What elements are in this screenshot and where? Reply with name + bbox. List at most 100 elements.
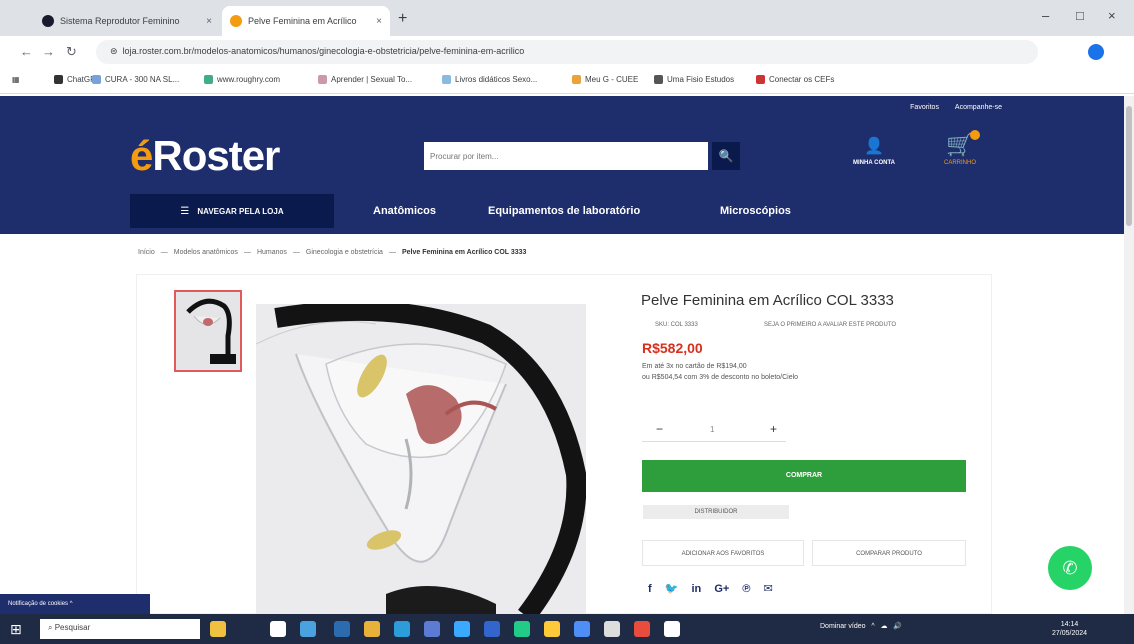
app-icon[interactable] xyxy=(634,621,650,637)
cart-badge xyxy=(970,130,980,140)
buy-button[interactable]: COMPRAR xyxy=(642,460,966,492)
cart-button[interactable]: 🛒 CARRINHO xyxy=(930,130,990,166)
review-link[interactable]: SEJA O PRIMEIRO A AVALIAR ESTE PRODUTO xyxy=(764,322,896,328)
weather-icon[interactable] xyxy=(210,621,226,637)
breadcrumb-item[interactable]: Início xyxy=(138,249,155,256)
back-icon[interactable]: ← xyxy=(20,44,33,59)
forward-icon[interactable]: → xyxy=(42,44,55,59)
twitter-icon[interactable]: 🐦 xyxy=(665,583,679,595)
roster-logo[interactable]: éRoster xyxy=(130,132,280,180)
hamburger-icon: ☰ xyxy=(180,205,190,217)
compare-product-button[interactable]: COMPARAR PRODUTO xyxy=(812,540,966,566)
taskbar-search[interactable]: ⌕ Pesquisar xyxy=(40,619,200,639)
app-icon[interactable] xyxy=(664,621,680,637)
app-icon[interactable] xyxy=(604,621,620,637)
bookmark-item[interactable]: Livros didáticos Sexo... xyxy=(442,75,537,84)
breadcrumb-item[interactable]: Humanos xyxy=(257,249,287,256)
breadcrumb-item[interactable]: Modelos anatômicos xyxy=(174,249,238,256)
bookmark-item[interactable]: Aprender | Sexual To... xyxy=(318,75,412,84)
tab-close-icon[interactable]: × xyxy=(206,16,212,27)
bookmark-item[interactable]: Conectar os CEFs xyxy=(756,75,834,84)
nav-link-anatomicos[interactable]: Anatômicos xyxy=(373,205,436,217)
plus-icon[interactable]: + xyxy=(770,422,777,436)
reload-icon[interactable]: ↻ xyxy=(66,44,77,60)
breadcrumb-item[interactable]: Ginecologia e obstetrícia xyxy=(306,249,383,256)
windows-start-icon[interactable]: ⊞ xyxy=(10,621,22,638)
breadcrumb: Início — Modelos anatômicos — Humanos — Gineco… xyxy=(138,249,527,256)
whatsapp-icon: ✆ xyxy=(1062,558,1078,578)
installments-info: Em até 3x no cartão de R$194,00 ou R$504… xyxy=(642,361,798,383)
facebook-icon[interactable]: f xyxy=(648,583,652,595)
cookie-notice-bar[interactable]: Notificação de cookies ^ xyxy=(0,594,150,614)
nav-link-microscopios[interactable]: Microscópios xyxy=(720,205,791,217)
apps-grid-icon[interactable]: ▦ xyxy=(12,75,20,84)
system-tray[interactable]: Dominar vídeo ^ ☁ 🔊 xyxy=(820,622,902,630)
email-icon[interactable]: ✉ xyxy=(764,583,773,595)
add-to-favorites-button[interactable]: ADICIONAR AOS FAVORITOS xyxy=(642,540,804,566)
mail-icon[interactable] xyxy=(424,621,440,637)
top-links: Favoritos Acompanhe-se xyxy=(896,104,1002,111)
cart-icon: 🛒 xyxy=(946,132,974,157)
product-main-image[interactable] xyxy=(256,304,586,616)
close-window-icon[interactable]: × xyxy=(1108,8,1116,23)
login-link[interactable]: Acompanhe-se xyxy=(955,104,1002,111)
browser-tab-strip: Sistema Reprodutor Feminino × Pelve Femi… xyxy=(0,0,1134,36)
new-tab-button[interactable]: + xyxy=(398,10,407,28)
bookmarks-bar: ▦ ChatGPT CURA - 300 NA SL... www.roughr… xyxy=(0,68,1134,94)
address-bar[interactable]: ⊜ loja.roster.com.br/modelos-anatomicos/… xyxy=(96,40,1038,64)
breadcrumb-current: Pelve Feminina em Acrílico COL 3333 xyxy=(401,249,527,256)
search-input[interactable] xyxy=(424,142,708,170)
browser-tab-2-active[interactable]: Pelve Feminina em Acrílico × xyxy=(222,6,390,36)
google-plus-icon[interactable]: G+ xyxy=(714,583,729,595)
nav-link-equipamentos[interactable]: Equipamentos de laboratório xyxy=(488,205,640,217)
site-info-icon[interactable]: ⊜ xyxy=(110,46,118,56)
minimize-icon[interactable]: – xyxy=(1042,8,1049,23)
windows-taskbar: ⊞ ⌕ Pesquisar Dominar vídeo ^ ☁ 🔊 14:14 … xyxy=(0,614,1134,644)
page-scrollbar[interactable] xyxy=(1124,96,1134,614)
linkedin-icon[interactable]: in xyxy=(692,583,702,595)
sold-by-badge: DISTRIBUIDOR xyxy=(643,505,789,519)
search-icon: 🔍 xyxy=(718,149,734,163)
widgets-icon[interactable] xyxy=(300,621,316,637)
browse-store-label: NAVEGAR PELA LOJA xyxy=(197,206,284,216)
account-label: MINHA CONTA xyxy=(853,160,895,166)
minus-icon[interactable]: − xyxy=(656,422,663,436)
bookmark-item[interactable]: www.roughry.com xyxy=(204,75,280,84)
scrollbar-thumb[interactable] xyxy=(1126,106,1132,226)
tab-favicon-icon xyxy=(230,15,242,27)
tab-2-label: Pelve Feminina em Acrílico xyxy=(248,16,357,26)
browser-tab-1[interactable]: Sistema Reprodutor Feminino × xyxy=(34,6,220,36)
tab-close-icon[interactable]: × xyxy=(376,16,382,27)
quantity-stepper[interactable]: − 1 + xyxy=(642,422,786,442)
tab-favicon-icon xyxy=(42,15,54,27)
app-icon[interactable] xyxy=(454,621,470,637)
file-explorer-icon[interactable] xyxy=(364,621,380,637)
app-icon[interactable] xyxy=(574,621,590,637)
search-icon: ⌕ xyxy=(48,623,55,632)
excel-icon[interactable] xyxy=(514,621,530,637)
browser-toolbar: ← → ↻ ⊜ loja.roster.com.br/modelos-anato… xyxy=(0,36,1134,68)
my-account-button[interactable]: 👤 MINHA CONTA xyxy=(852,136,896,166)
maximize-icon[interactable]: □ xyxy=(1076,8,1084,23)
quantity-value[interactable]: 1 xyxy=(710,425,714,434)
url-text: loja.roster.com.br/modelos-anatomicos/hu… xyxy=(122,46,525,56)
product-thumbnail[interactable] xyxy=(174,290,242,372)
user-icon: 👤 xyxy=(864,138,884,155)
bookmark-item[interactable]: CURA - 300 NA SL... xyxy=(92,75,179,84)
tray-text: Dominar vídeo xyxy=(820,623,866,630)
store-icon[interactable] xyxy=(394,621,410,637)
bookmark-item[interactable]: Meu G - CUEE xyxy=(572,75,638,84)
task-view-icon[interactable] xyxy=(270,621,286,637)
edge-icon[interactable] xyxy=(334,621,350,637)
pinterest-icon[interactable]: ℗ xyxy=(742,583,750,595)
word-icon[interactable] xyxy=(484,621,500,637)
bookmark-item[interactable]: Uma Fisio Estudos xyxy=(654,75,734,84)
profile-avatar[interactable] xyxy=(1088,44,1104,60)
taskbar-clock[interactable]: 14:14 27/05/2024 xyxy=(1052,620,1087,638)
chrome-icon[interactable] xyxy=(544,621,560,637)
browse-store-button[interactable]: ☰ NAVEGAR PELA LOJA xyxy=(130,194,334,228)
cart-label: CARRINHO xyxy=(943,160,976,166)
favorites-link[interactable]: Favoritos xyxy=(910,104,939,111)
whatsapp-button[interactable]: ✆ xyxy=(1048,546,1092,590)
search-button[interactable]: 🔍 xyxy=(712,142,740,170)
